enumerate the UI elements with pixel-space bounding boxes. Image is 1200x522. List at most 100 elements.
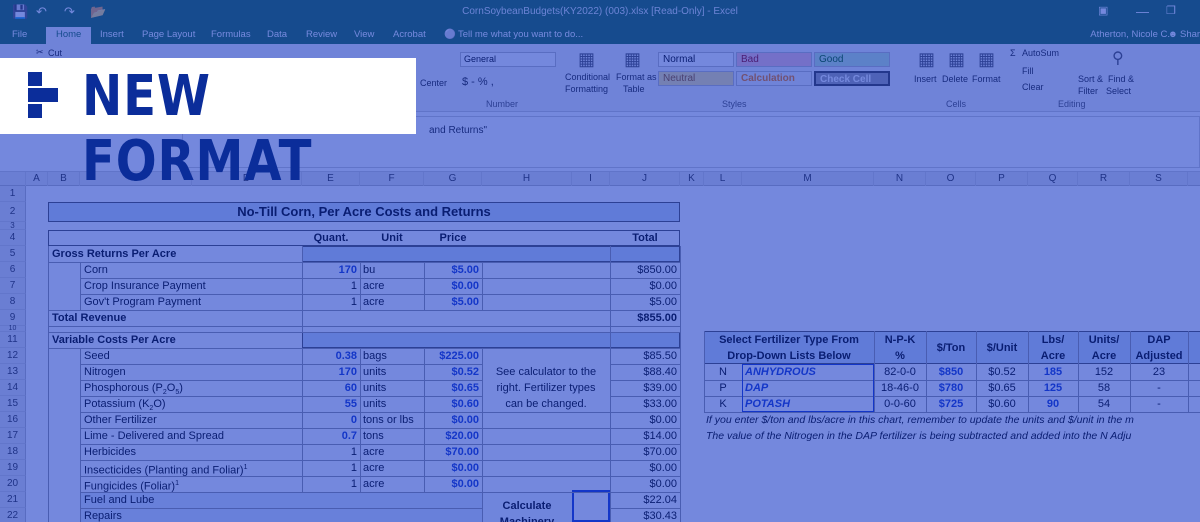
- tab-data[interactable]: Data: [267, 29, 287, 40]
- cut-button[interactable]: Cut: [48, 48, 62, 58]
- fert-units[interactable]: 58: [1078, 380, 1130, 396]
- item-total[interactable]: $33.00: [610, 396, 677, 412]
- item-quant[interactable]: 60: [302, 380, 357, 396]
- item-label[interactable]: Crop Insurance Payment: [84, 278, 206, 294]
- item-price[interactable]: $0.65: [424, 380, 479, 396]
- fert-col-header[interactable]: $/Ton: [926, 340, 976, 356]
- item-unit[interactable]: acre: [363, 476, 384, 492]
- item-label[interactable]: Insecticides (Planting and Foliar)1: [84, 460, 247, 477]
- col-header[interactable]: G: [424, 172, 482, 186]
- row-header[interactable]: 19: [0, 460, 26, 476]
- item-label[interactable]: Gov't Program Payment: [84, 294, 201, 310]
- item-total[interactable]: $22.04: [610, 492, 677, 508]
- total-revenue-label[interactable]: Total Revenue: [52, 310, 126, 326]
- format-as-table-label[interactable]: Format as: [616, 72, 657, 82]
- item-label[interactable]: Potassium (K2O): [84, 396, 166, 412]
- minimize-icon[interactable]: —: [1136, 4, 1149, 19]
- col-header[interactable]: K: [680, 172, 704, 186]
- conditional-formatting-label[interactable]: Conditional: [565, 72, 610, 82]
- fert-col-header[interactable]: Acre: [1028, 348, 1078, 364]
- col-header[interactable]: I: [572, 172, 610, 186]
- col-header[interactable]: L: [704, 172, 742, 186]
- item-label[interactable]: Lime - Delivered and Spread: [84, 428, 224, 444]
- item-total[interactable]: $85.50: [610, 348, 677, 364]
- number-symbols[interactable]: $ - % ,: [462, 76, 494, 88]
- item-price[interactable]: $20.00: [424, 428, 479, 444]
- tell-me-input[interactable]: Tell me what you want to do...: [458, 29, 583, 40]
- fert-col-header[interactable]: DAP: [1130, 332, 1188, 348]
- style-normal[interactable]: Normal: [658, 52, 734, 67]
- fert-dap[interactable]: 23: [1130, 364, 1188, 380]
- find-select-button-2[interactable]: Select: [1106, 86, 1131, 96]
- item-unit[interactable]: bu: [363, 262, 375, 278]
- item-total[interactable]: $850.00: [610, 262, 677, 278]
- item-unit[interactable]: tons: [363, 428, 384, 444]
- item-price[interactable]: $0.00: [424, 476, 479, 492]
- row-header[interactable]: 3: [0, 222, 26, 230]
- fert-unit[interactable]: $0.65: [976, 380, 1028, 396]
- item-total[interactable]: $39.00: [610, 380, 677, 396]
- fert-npk[interactable]: 0-0-60: [874, 396, 926, 412]
- item-quant[interactable]: 0.7: [302, 428, 357, 444]
- fert-units[interactable]: 54: [1078, 396, 1130, 412]
- item-quant[interactable]: 1: [302, 476, 357, 492]
- item-unit[interactable]: acre: [363, 460, 384, 476]
- item-quant[interactable]: 170: [302, 262, 357, 278]
- header-total[interactable]: Total: [610, 230, 680, 246]
- sort-filter-button-2[interactable]: Filter: [1078, 86, 1098, 96]
- insert-cells-icon[interactable]: ▦: [918, 49, 935, 70]
- item-label[interactable]: Fuel and Lube: [84, 492, 154, 508]
- row-header[interactable]: 11: [0, 332, 26, 348]
- fert-ton[interactable]: $780: [926, 380, 976, 396]
- tab-acrobat[interactable]: Acrobat: [393, 29, 426, 40]
- item-quant[interactable]: 1: [302, 278, 357, 294]
- col-header[interactable]: Q: [1028, 172, 1078, 186]
- fert-col-header[interactable]: Acre: [1078, 348, 1130, 364]
- select-all[interactable]: [0, 172, 26, 186]
- col-header[interactable]: O: [926, 172, 976, 186]
- row-header[interactable]: 7: [0, 278, 26, 294]
- fert-units[interactable]: 152: [1078, 364, 1130, 380]
- item-price[interactable]: $0.52: [424, 364, 479, 380]
- row-header[interactable]: 4: [0, 230, 26, 246]
- tab-insert[interactable]: Insert: [100, 29, 124, 40]
- format-cells-button[interactable]: Format: [972, 74, 1001, 84]
- item-price[interactable]: $5.00: [424, 294, 479, 310]
- item-price[interactable]: $5.00: [424, 262, 479, 278]
- item-quant[interactable]: 170: [302, 364, 357, 380]
- style-good[interactable]: Good: [814, 52, 890, 67]
- header-quant[interactable]: Quant.: [302, 230, 360, 246]
- item-quant[interactable]: 55: [302, 396, 357, 412]
- col-header[interactable]: S: [1130, 172, 1188, 186]
- fert-col-header[interactable]: Adjusted: [1130, 348, 1188, 364]
- tab-file[interactable]: File: [12, 29, 27, 40]
- tab-home[interactable]: Home: [46, 27, 92, 44]
- item-unit[interactable]: bags: [363, 348, 387, 364]
- item-total[interactable]: $14.00: [610, 428, 677, 444]
- item-label[interactable]: Other Fertilizer: [84, 412, 157, 428]
- item-price[interactable]: $0.00: [424, 460, 479, 476]
- style-check-cell[interactable]: Check Cell: [814, 71, 890, 86]
- insert-cells-button[interactable]: Insert: [914, 74, 937, 84]
- selected-cell[interactable]: [572, 490, 610, 522]
- find-select-button[interactable]: Find &: [1108, 74, 1134, 84]
- col-header[interactable]: J: [610, 172, 680, 186]
- style-bad[interactable]: Bad: [736, 52, 812, 67]
- fert-col-header[interactable]: Lbs/: [1028, 332, 1078, 348]
- row-header[interactable]: 12: [0, 348, 26, 364]
- item-quant[interactable]: 0.38: [302, 348, 357, 364]
- fert-dap[interactable]: -: [1130, 380, 1188, 396]
- item-price[interactable]: $70.00: [424, 444, 479, 460]
- item-label[interactable]: Herbicides: [84, 444, 136, 460]
- row-header[interactable]: 2: [0, 202, 26, 222]
- variable-costs-label[interactable]: Variable Costs Per Acre: [52, 332, 176, 348]
- header-unit[interactable]: Unit: [360, 230, 424, 246]
- delete-cells-button[interactable]: Delete: [942, 74, 968, 84]
- item-label[interactable]: Repairs: [84, 508, 122, 522]
- col-header[interactable]: B: [48, 172, 80, 186]
- row-header[interactable]: 1: [0, 186, 26, 202]
- user-name[interactable]: Atherton, Nicole C.: [1090, 29, 1170, 40]
- share-button[interactable]: Shar: [1180, 29, 1200, 40]
- col-header[interactable]: M: [742, 172, 874, 186]
- row-header[interactable]: 21: [0, 492, 26, 508]
